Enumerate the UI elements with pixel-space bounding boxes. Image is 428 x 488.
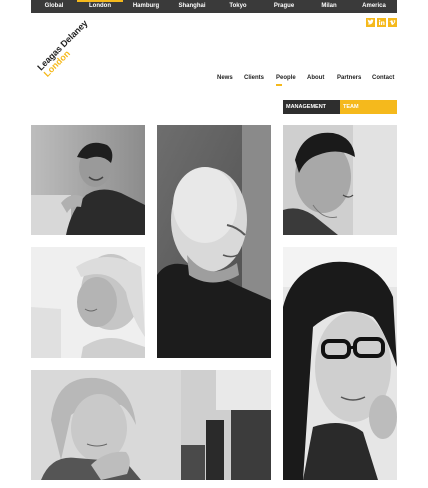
city-tokyo[interactable]: Tokyo	[215, 0, 261, 13]
logo[interactable]: Leagas Delaney London	[35, 18, 96, 79]
photo-woman-hand-on-chin[interactable]	[31, 370, 271, 480]
city-shanghai[interactable]: Shanghai	[169, 0, 215, 13]
city-prague[interactable]: Prague	[261, 0, 307, 13]
photo-young-man-profile[interactable]	[283, 125, 397, 235]
main-nav: News Clients People About Partners Conta…	[210, 75, 397, 86]
nav-news[interactable]: News	[217, 75, 233, 81]
page: Global London Hamburg Shanghai Tokyo Pra…	[0, 0, 428, 488]
linkedin-icon[interactable]	[377, 18, 386, 27]
nav-contact[interactable]: Contact	[372, 75, 394, 81]
city-milan[interactable]: Milan	[307, 0, 351, 13]
people-subtabs: Management Team	[283, 100, 397, 114]
photo-blonde-woman-looking-down[interactable]	[31, 247, 145, 358]
tab-team[interactable]: Team	[340, 100, 397, 114]
twitter-icon[interactable]	[366, 18, 375, 27]
social-links	[366, 18, 397, 27]
nav-clients[interactable]: Clients	[244, 75, 264, 81]
photo-person-smiling-leaning[interactable]	[31, 125, 145, 235]
city-bar: Global London Hamburg Shanghai Tokyo Pra…	[31, 0, 397, 13]
city-global[interactable]: Global	[31, 0, 77, 13]
nav-people[interactable]: People	[276, 75, 296, 86]
nav-partners[interactable]: Partners	[337, 75, 361, 81]
vimeo-icon[interactable]	[388, 18, 397, 27]
nav-about[interactable]: About	[307, 75, 324, 81]
tab-management[interactable]: Management	[283, 100, 340, 114]
photo-bald-man-profile[interactable]	[157, 125, 271, 358]
city-hamburg[interactable]: Hamburg	[123, 0, 169, 13]
city-america[interactable]: America	[351, 0, 397, 13]
photo-woman-with-glasses[interactable]	[283, 247, 397, 480]
city-london[interactable]: London	[77, 0, 123, 13]
